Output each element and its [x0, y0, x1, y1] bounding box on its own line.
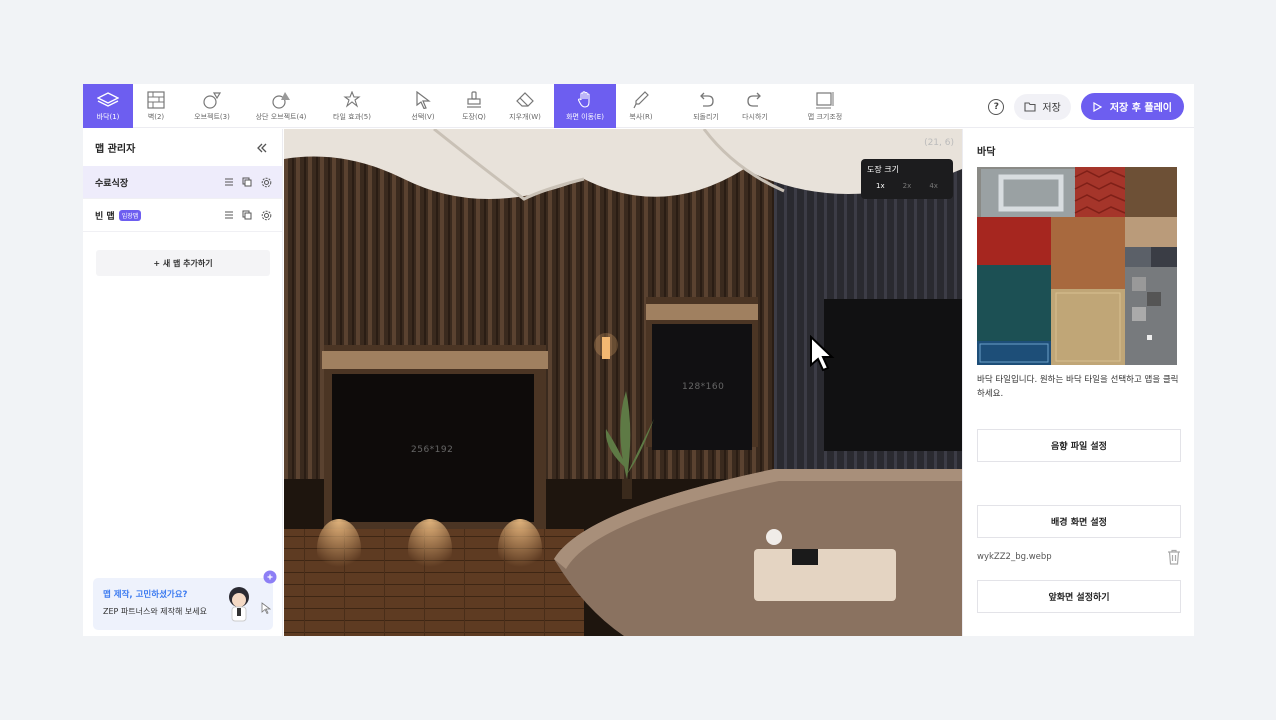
hand-icon — [574, 90, 596, 110]
tool-label: 바닥(1) — [96, 113, 120, 121]
undo-button[interactable]: 되돌리기 — [686, 84, 726, 128]
size-label-small: 128*160 — [682, 382, 725, 392]
tool-label: 다시하기 — [742, 113, 768, 121]
map-scene — [284, 129, 962, 636]
sound-file-button[interactable]: 음향 파일 설정 — [977, 429, 1181, 462]
select-cursor-icon — [412, 90, 434, 110]
object-icon — [201, 90, 223, 110]
folder-icon — [1024, 101, 1036, 112]
brush-size-4x[interactable]: 4x — [929, 182, 938, 190]
brush-size-popover: 도장 크기 1x 2x 4x — [861, 159, 953, 199]
toolbar: 바닥(1) 벽(2) 오브젝트(3) 상단 오브젝트(4) 타일 효과(5) 선… — [83, 84, 1194, 128]
tool-hand[interactable]: 화면 이동(E) — [554, 84, 616, 128]
duplicate-icon[interactable] — [242, 210, 252, 220]
background-file-name: wykZZ2_bg.webp — [977, 552, 1052, 562]
partner-promo-banner[interactable]: 맵 제작, 고민하셨가요? ZEP 파트너스와 제작해 보세요 — [93, 570, 277, 630]
background-button[interactable]: 배경 화면 설정 — [977, 505, 1181, 538]
brush-size-options: 1x 2x 4x — [867, 182, 947, 190]
tool-label: 오브젝트(3) — [194, 113, 230, 121]
help-icon[interactable]: ? — [988, 98, 1005, 115]
map-name: 수료식장 — [95, 178, 129, 189]
cursor-icon — [261, 602, 271, 614]
gear-icon[interactable] — [261, 177, 272, 188]
gear-icon[interactable] — [261, 210, 272, 221]
tool-label: 도장(Q) — [462, 113, 486, 121]
foreground-button[interactable]: 앞화면 설정하기 — [977, 580, 1181, 613]
map-canvas[interactable]: (21, 6) 256*192 128*160 도장 크기 1x 2x 4x — [284, 129, 962, 636]
tool-label: 상단 오브젝트(4) — [255, 113, 307, 121]
save-play-label: 저장 후 플레이 — [1109, 103, 1172, 114]
toolbar-actions: ? 저장 저장 후 플레이 — [988, 93, 1184, 120]
floor-icon — [97, 90, 119, 110]
tile-effect-icon — [341, 90, 363, 110]
brush-size-title: 도장 크기 — [867, 165, 899, 174]
tile-description: 바닥 타일입니다. 원하는 바닥 타일을 선택하고 맵을 클릭하세요. — [977, 375, 1179, 399]
eyedropper-icon — [630, 90, 652, 110]
map-editor-window: 바닥(1) 벽(2) 오브젝트(3) 상단 오브젝트(4) 타일 효과(5) 선… — [83, 84, 1194, 636]
brush-size-1x[interactable]: 1x — [876, 182, 885, 190]
map-name: 빈 맵 — [95, 211, 115, 222]
tool-label: 지우개(W) — [509, 113, 541, 121]
tool-wall[interactable]: 벽(2) — [133, 84, 179, 128]
menu-icon[interactable] — [225, 178, 233, 186]
tool-label: 복사(R) — [629, 113, 653, 121]
panel-title: 맵 관리자 — [95, 144, 136, 155]
tile-panel: 바닥 바닥 타일입니다. 원하는 바닥 타일을 선택하고 맵을 클릭하세요. 음… — [962, 129, 1194, 636]
tool-eraser[interactable]: 지우개(W) — [503, 84, 547, 128]
play-icon — [1093, 101, 1102, 112]
tool-copy[interactable]: 복사(R) — [621, 84, 661, 128]
redo-button[interactable]: 다시하기 — [734, 84, 776, 128]
tool-tile-effect[interactable]: 타일 효과(5) — [325, 84, 379, 128]
tool-label: 타일 효과(5) — [333, 113, 371, 121]
top-object-icon — [270, 90, 292, 110]
save-button[interactable]: 저장 — [1014, 93, 1071, 120]
tool-label: 선택(V) — [411, 113, 435, 121]
resize-icon — [814, 90, 836, 110]
panel-title: 바닥 — [977, 147, 996, 158]
redo-icon — [744, 90, 766, 110]
cursor-coordinate: (21, 6) — [924, 138, 954, 148]
save-label: 저장 — [1042, 103, 1061, 114]
menu-icon[interactable] — [225, 211, 233, 219]
stamp-icon — [463, 90, 485, 110]
map-manager-header: 맵 관리자 — [83, 129, 282, 166]
resize-map-button[interactable]: 맵 크기조정 — [799, 84, 851, 128]
tool-stamp[interactable]: 도장(Q) — [454, 84, 494, 128]
character-avatar — [229, 587, 249, 622]
tool-floor[interactable]: 바닥(1) — [83, 84, 133, 128]
tool-label: 벽(2) — [147, 113, 165, 121]
floor-tile-palette[interactable] — [977, 167, 1177, 365]
duplicate-icon[interactable] — [242, 177, 252, 187]
undo-icon — [695, 90, 717, 110]
map-list-item[interactable]: 빈 맵 입장맵 — [83, 199, 282, 232]
tool-label: 맵 크기조정 — [807, 113, 843, 121]
tool-select[interactable]: 선택(V) — [403, 84, 443, 128]
entry-map-badge: 입장맵 — [118, 209, 142, 221]
brush-size-2x[interactable]: 2x — [903, 182, 912, 190]
wall-icon — [145, 90, 167, 110]
eraser-icon — [514, 90, 536, 110]
tool-label: 되돌리기 — [693, 113, 719, 121]
tool-label: 화면 이동(E) — [566, 113, 604, 121]
tool-top-object[interactable]: 상단 오브젝트(4) — [247, 84, 315, 128]
background-file-row: wykZZ2_bg.webp — [977, 549, 1181, 565]
map-manager-panel: 맵 관리자 수료식장 빈 맵 입장맵 + 새 맵 추가하기 맵 제작, 고민하셨… — [83, 129, 283, 636]
map-list-item[interactable]: 수료식장 — [83, 166, 282, 199]
tool-object[interactable]: 오브젝트(3) — [183, 84, 241, 128]
collapse-icon[interactable] — [256, 143, 268, 153]
add-map-button[interactable]: + 새 맵 추가하기 — [96, 250, 270, 276]
mouse-pointer-icon — [810, 335, 835, 372]
close-icon[interactable] — [263, 570, 277, 584]
size-label-large: 256*192 — [411, 445, 454, 455]
trash-icon[interactable] — [1167, 549, 1181, 565]
save-and-play-button[interactable]: 저장 후 플레이 — [1080, 93, 1184, 120]
